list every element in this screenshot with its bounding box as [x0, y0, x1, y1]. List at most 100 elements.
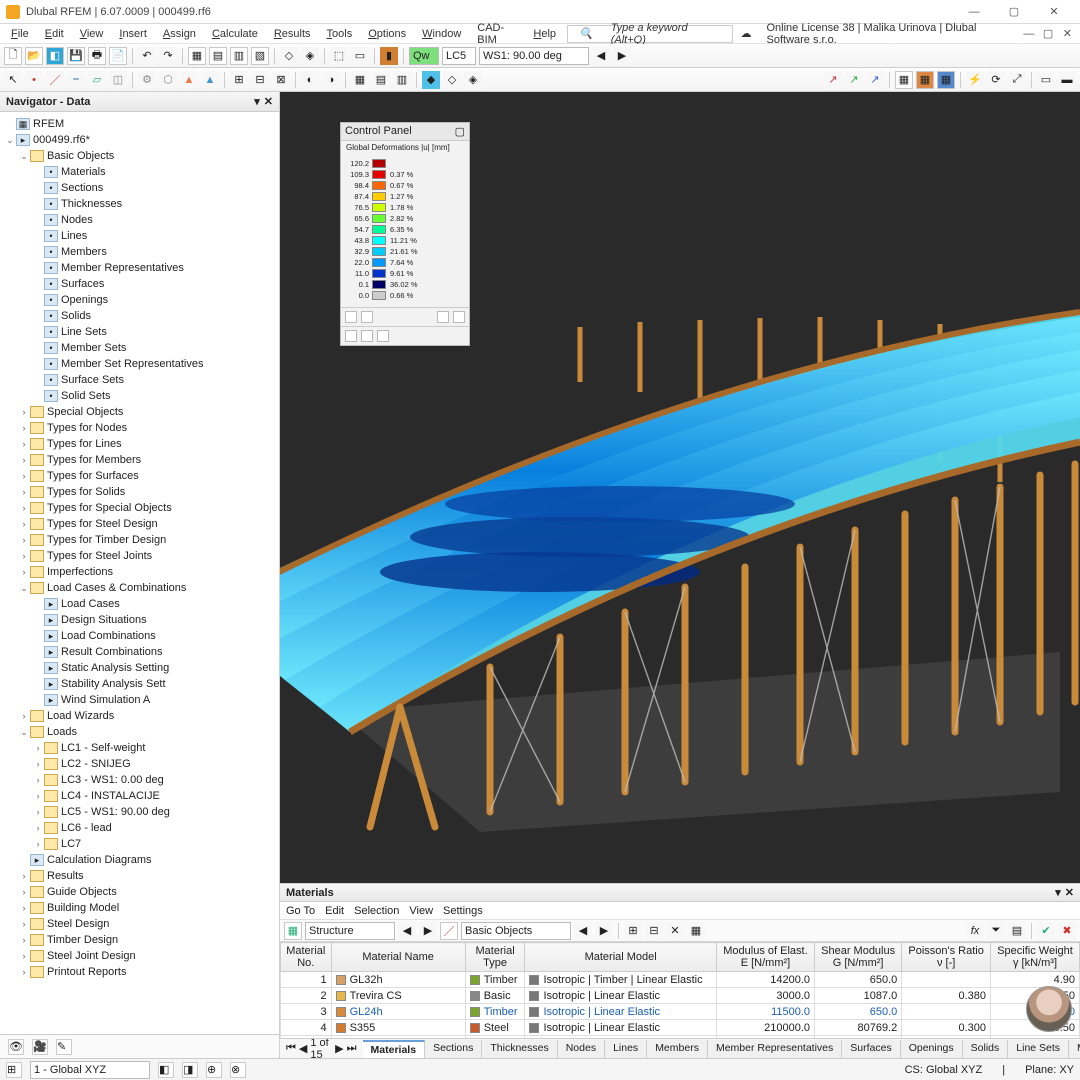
tree-item[interactable]: ▸Load Combinations — [0, 628, 279, 644]
materials-tab[interactable]: Line Sets — [1008, 1040, 1069, 1058]
mt-fx[interactable]: fx — [966, 922, 984, 940]
lc-next-icon[interactable]: ▶ — [613, 47, 631, 65]
tree-item[interactable]: •Materials — [0, 164, 279, 180]
tree-item[interactable]: •Nodes — [0, 212, 279, 228]
t2-k[interactable]: ▤ — [372, 71, 390, 89]
materials-tab[interactable]: Solids — [963, 1040, 1009, 1058]
view3-icon[interactable]: ▥ — [230, 47, 248, 65]
c2-prev[interactable]: ◀ — [574, 922, 592, 940]
report-icon[interactable]: 📄 — [109, 47, 127, 65]
t2-r[interactable]: ↗ — [866, 71, 884, 89]
legend-b1[interactable] — [345, 330, 357, 342]
legend-opt3[interactable] — [437, 311, 449, 323]
pg-prev[interactable]: ◀ — [299, 1042, 307, 1055]
tree-item[interactable]: •Line Sets — [0, 324, 279, 340]
tree-item[interactable]: Types for Special Objects — [0, 500, 279, 516]
t2-e[interactable]: ⊞ — [230, 71, 248, 89]
tree-item[interactable]: Building Model — [0, 900, 279, 916]
mt-d[interactable]: ▦ — [687, 922, 705, 940]
tree-item[interactable]: Steel Design — [0, 916, 279, 932]
crumb-prev[interactable]: ◀ — [398, 922, 416, 940]
t2-cursor-icon[interactable]: ↖ — [4, 71, 22, 89]
materials-tab[interactable]: Materials — [363, 1040, 426, 1058]
viewport-3d[interactable]: Control Panel▢ Global Deformations |u| [… — [280, 92, 1080, 883]
tree-item[interactable]: •Solid Sets — [0, 388, 279, 404]
tree-item[interactable]: LC2 - SNIJEG — [0, 756, 279, 772]
t2-f[interactable]: ⊟ — [251, 71, 269, 89]
tree-item[interactable]: ▸Stability Analysis Sett — [0, 676, 279, 692]
legend-b2[interactable] — [361, 330, 373, 342]
materials-grid[interactable]: MaterialNo.Material NameMaterialTypeMate… — [280, 942, 1080, 1038]
t2-s8[interactable]: ▬ — [1058, 71, 1076, 89]
tree-item[interactable]: •Member Representatives — [0, 260, 279, 276]
menu-window[interactable]: Window — [415, 26, 468, 42]
pin-icon[interactable]: ▾ — [254, 95, 260, 108]
tree-item[interactable]: Results — [0, 868, 279, 884]
t2-line-icon[interactable]: ／ — [46, 71, 64, 89]
tree-item[interactable]: Types for Solids — [0, 484, 279, 500]
tree-item[interactable]: Imperfections — [0, 564, 279, 580]
tree-item[interactable]: ▸Load Cases — [0, 596, 279, 612]
legend-b3[interactable] — [377, 330, 389, 342]
legend-close-icon[interactable]: ▢ — [455, 125, 465, 138]
tree-item[interactable]: LC7 — [0, 836, 279, 852]
t2-s5[interactable]: ⟳ — [987, 71, 1005, 89]
t2-m[interactable]: ◆ — [422, 71, 440, 89]
nav-mode-2[interactable]: 🎥 — [32, 1039, 48, 1055]
tree-item[interactable]: ▸Calculation Diagrams — [0, 852, 279, 868]
crumb-ico[interactable]: ▦ — [284, 922, 302, 940]
t2-p[interactable]: ↗ — [824, 71, 842, 89]
mdi-min[interactable]: — — [1020, 23, 1037, 45]
bp-edit[interactable]: Edit — [325, 905, 344, 917]
close-button[interactable]: ✕ — [1034, 1, 1074, 23]
bp-sel[interactable]: Selection — [354, 905, 399, 917]
tree-item[interactable]: Timber Design — [0, 932, 279, 948]
extra1-icon[interactable]: ◇ — [280, 47, 298, 65]
tree-item[interactable]: •Surfaces — [0, 276, 279, 292]
menu-options[interactable]: Options — [361, 26, 413, 42]
crumb2[interactable]: Basic Objects — [461, 922, 571, 940]
sb-snap-icon[interactable]: ⊞ — [6, 1062, 22, 1078]
menu-insert[interactable]: Insert — [112, 26, 154, 42]
print-icon[interactable]: 🖶 — [88, 47, 106, 65]
tree-item[interactable]: •Openings — [0, 292, 279, 308]
menu-calculate[interactable]: Calculate — [205, 26, 265, 42]
materials-tab[interactable]: Member Sets — [1069, 1040, 1080, 1058]
mt-filter[interactable]: ⏷ — [987, 922, 1005, 940]
open-icon[interactable]: 📂 — [25, 47, 43, 65]
pg-first[interactable]: ⏮ — [286, 1042, 296, 1055]
tree-item[interactable]: •Thicknesses — [0, 196, 279, 212]
t2-s7[interactable]: ▭ — [1037, 71, 1055, 89]
help-avatar[interactable] — [1026, 986, 1072, 1032]
sel1-icon[interactable]: ⬚ — [330, 47, 348, 65]
menu-assign[interactable]: Assign — [156, 26, 203, 42]
t2-s4[interactable]: ⚡ — [966, 71, 984, 89]
t2-node-icon[interactable]: • — [25, 71, 43, 89]
tree-item[interactable]: ▸Wind Simulation A — [0, 692, 279, 708]
tree-item[interactable]: Types for Members — [0, 452, 279, 468]
tree-item[interactable]: Load Cases & Combinations — [0, 580, 279, 596]
mt-e[interactable]: ▤ — [1008, 922, 1026, 940]
materials-tab[interactable]: Members — [647, 1040, 708, 1058]
nav-close-icon[interactable]: ✕ — [264, 95, 273, 108]
tree-item[interactable]: Types for Nodes — [0, 420, 279, 436]
tree-item[interactable]: Basic Objects — [0, 148, 279, 164]
tree-item[interactable]: •Member Sets — [0, 340, 279, 356]
tree-item[interactable]: ▸000499.rf6* — [0, 132, 279, 148]
tree-item[interactable]: Types for Steel Design — [0, 516, 279, 532]
tree-item[interactable]: ▸Result Combinations — [0, 644, 279, 660]
legend-opt2[interactable] — [361, 311, 373, 323]
mdi-close[interactable]: ✕ — [1059, 23, 1076, 45]
keyword-search[interactable]: 🔍 Type a keyword (Alt+Q) — [567, 25, 732, 43]
t2-s3[interactable]: ▦ — [937, 71, 955, 89]
mt-b[interactable]: ⊟ — [645, 922, 663, 940]
nav-mode-1[interactable]: 👁 — [8, 1039, 24, 1055]
tree-item[interactable]: •Lines — [0, 228, 279, 244]
legend-opt4[interactable] — [453, 311, 465, 323]
mdi-max[interactable]: ▢ — [1039, 23, 1056, 45]
t2-g[interactable]: ⊠ — [272, 71, 290, 89]
t2-s1[interactable]: ▦ — [895, 71, 913, 89]
materials-tab[interactable]: Surfaces — [842, 1040, 900, 1058]
tree-item[interactable]: Types for Steel Joints — [0, 548, 279, 564]
lc-combo[interactable]: LC5 — [442, 47, 476, 65]
